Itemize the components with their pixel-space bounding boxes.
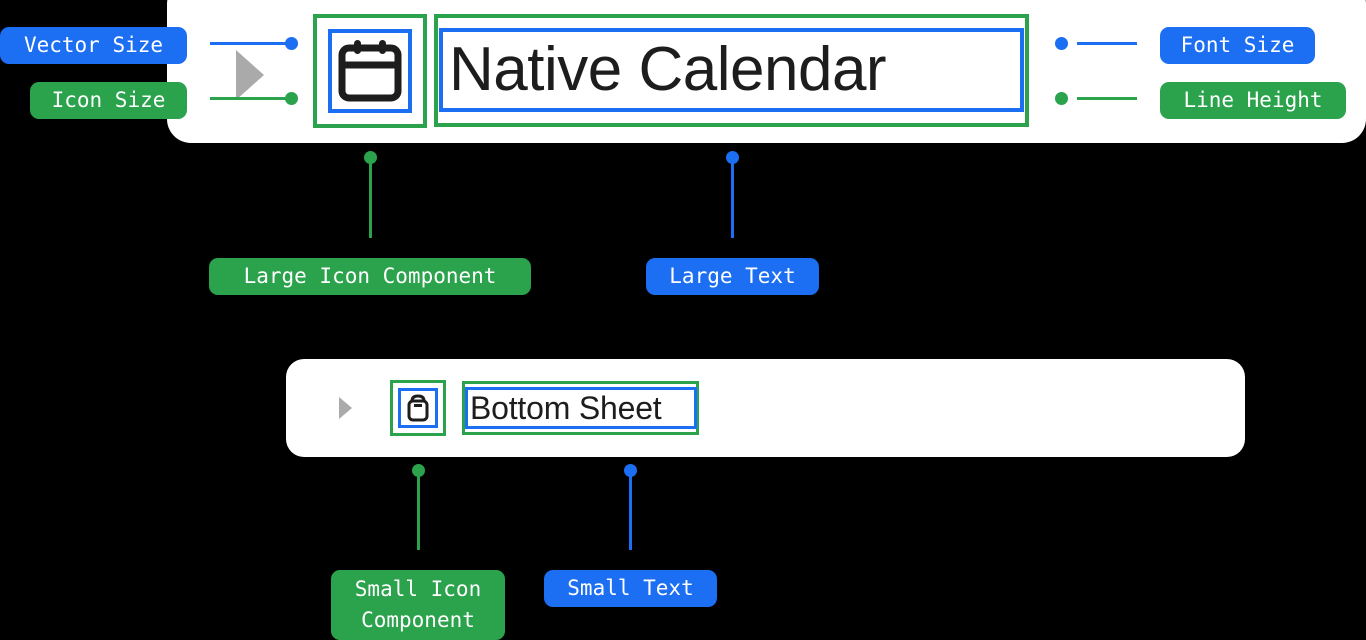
calendar-icon xyxy=(338,40,402,102)
connector-dot-large-text xyxy=(726,151,739,164)
connector-dot-small-text xyxy=(624,464,637,477)
badge-icon-size: Icon Size xyxy=(30,82,187,119)
connector-dot-small-icon xyxy=(412,464,425,477)
badge-large-icon-component: Large Icon Component xyxy=(209,258,531,295)
large-component-label: Native Calendar xyxy=(449,35,887,104)
connector-dot-vector-size xyxy=(285,37,298,50)
badge-small-text: Small Text xyxy=(544,570,717,607)
play-triangle-icon[interactable] xyxy=(339,397,352,419)
badge-line-height: Line Height xyxy=(1160,82,1346,119)
play-triangle-icon[interactable] xyxy=(236,50,264,100)
connector-line-icon-size xyxy=(210,97,290,100)
connector-dot-line-height xyxy=(1055,92,1068,105)
small-component-label: Bottom Sheet xyxy=(470,390,662,426)
badge-large-text: Large Text xyxy=(646,258,819,295)
connector-line-font-size xyxy=(1077,42,1137,45)
badge-small-icon-component: Small Icon Component xyxy=(331,570,505,640)
connector-line-large-icon xyxy=(369,160,372,238)
connector-line-vector-size xyxy=(210,42,290,45)
connector-dot-font-size xyxy=(1055,37,1068,50)
bottom-sheet-icon xyxy=(407,394,429,422)
connector-dot-icon-size xyxy=(285,92,298,105)
badge-font-size: Font Size xyxy=(1160,27,1315,64)
connector-line-line-height xyxy=(1077,97,1137,100)
connector-line-small-text xyxy=(629,473,632,550)
connector-line-large-text xyxy=(731,160,734,238)
connector-line-small-icon xyxy=(417,473,420,550)
badge-vector-size: Vector Size xyxy=(0,27,187,64)
connector-dot-large-icon xyxy=(364,151,377,164)
